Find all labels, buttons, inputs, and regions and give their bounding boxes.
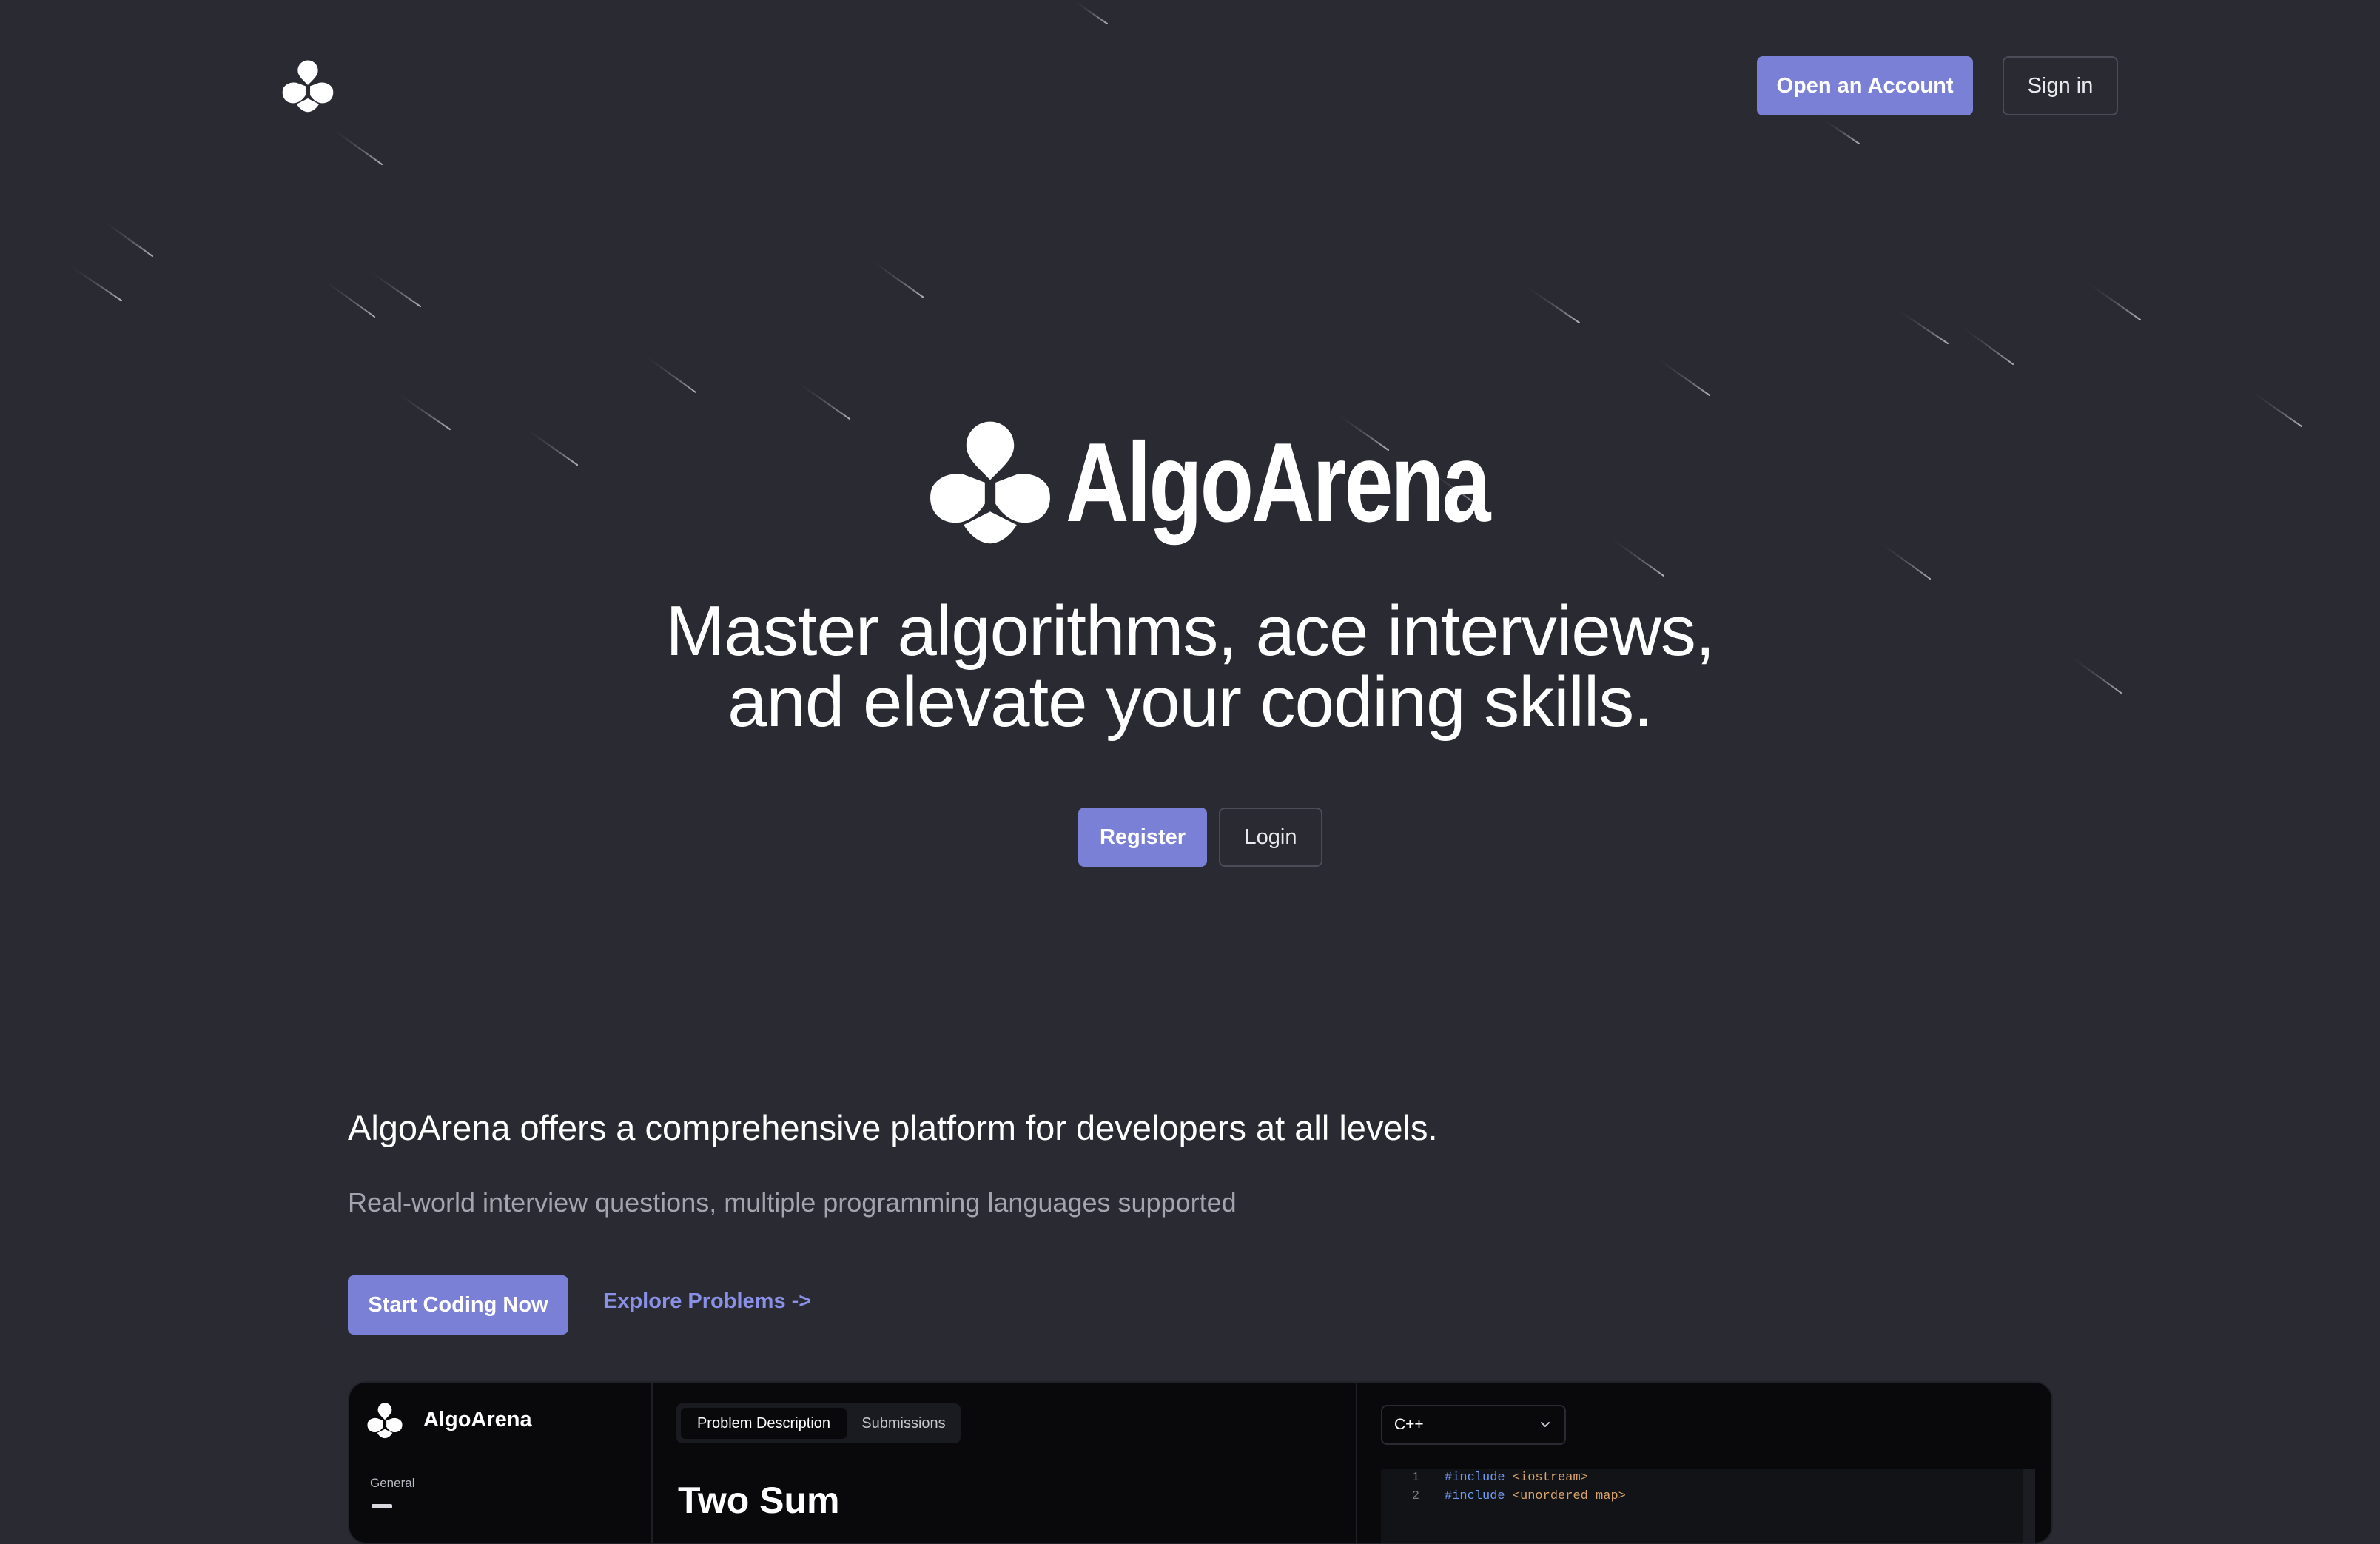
hero-tagline-line2: and elevate your coding skills.	[727, 662, 1653, 742]
code-line: 2 #include <unordered_map>	[1381, 1487, 1626, 1506]
code-editor[interactable]: 1 #include <iostream> 2 #include <unordere…	[1381, 1469, 2035, 1543]
login-button[interactable]: Login	[1219, 808, 1322, 867]
open-account-button[interactable]: Open an Account	[1757, 56, 1973, 115]
preview-divider	[1356, 1383, 1357, 1543]
preview-sidebar: AlgoArena General	[349, 1383, 653, 1543]
algoarena-logo-icon[interactable]	[280, 59, 336, 113]
brand-wordmark: AlgoArena	[1066, 420, 1491, 546]
app-preview: AlgoArena General Problem Description Su…	[348, 1381, 2053, 1544]
language-select[interactable]: C++	[1381, 1405, 1566, 1445]
editor-scrollbar[interactable]	[2023, 1469, 2035, 1543]
preview-sidebar-section-label: General	[370, 1476, 415, 1490]
chevron-down-icon	[1541, 1422, 1550, 1427]
algoarena-logo-icon	[367, 1403, 403, 1439]
code-include-target: <unordered_map>	[1512, 1489, 1626, 1503]
tab-submissions[interactable]: Submissions	[851, 1408, 956, 1439]
problem-title: Two Sum	[678, 1480, 840, 1521]
explore-problems-link[interactable]: Explore Problems ->	[603, 1289, 811, 1314]
features-subtitle: Real-world interview questions, multiple…	[348, 1187, 1237, 1218]
line-number: 1	[1411, 1471, 1419, 1485]
code-keyword: #include	[1445, 1471, 1505, 1485]
start-coding-button[interactable]: Start Coding Now	[348, 1275, 568, 1335]
code-line: 1 #include <iostream>	[1381, 1469, 1588, 1488]
sign-in-button[interactable]: Sign in	[2003, 56, 2118, 115]
preview-tabs: Problem Description Submissions	[676, 1403, 961, 1443]
line-number: 2	[1411, 1489, 1419, 1503]
preview-sidebar-item-icon	[372, 1504, 392, 1508]
code-include-target: <iostream>	[1512, 1471, 1588, 1485]
preview-brand-name: AlgoArena	[423, 1408, 532, 1431]
features-title: AlgoArena offers a comprehensive platfor…	[348, 1108, 1438, 1147]
register-button[interactable]: Register	[1078, 808, 1207, 867]
hero-tagline-line1: Master algorithms, ace interviews,	[665, 591, 1715, 671]
language-select-value: C++	[1394, 1416, 1424, 1433]
code-keyword: #include	[1445, 1489, 1505, 1503]
tab-problem-description[interactable]: Problem Description	[681, 1408, 847, 1439]
algoarena-logo-icon	[930, 421, 1050, 544]
